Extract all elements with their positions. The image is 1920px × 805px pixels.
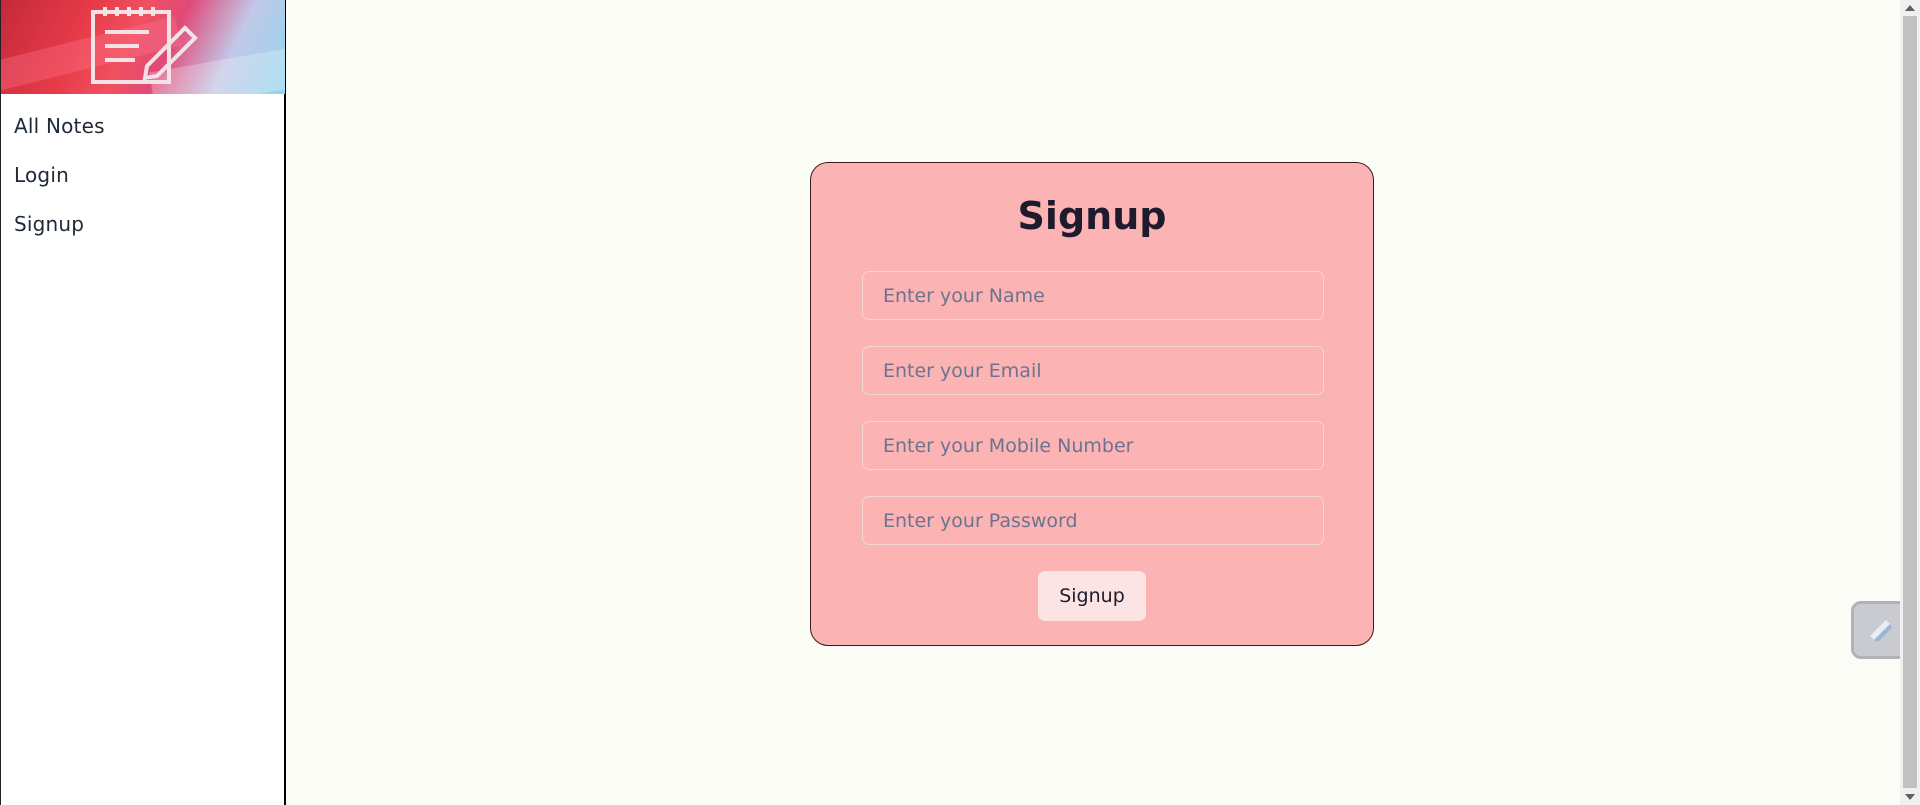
scrollbar-thumb[interactable] bbox=[1903, 16, 1917, 788]
sidebar-item-login[interactable]: Login bbox=[1, 151, 284, 200]
logo-banner[interactable] bbox=[1, 0, 285, 94]
pen-widget-icon bbox=[1870, 620, 1892, 642]
password-field[interactable] bbox=[862, 496, 1324, 545]
sidebar-nav: All Notes Login Signup bbox=[1, 94, 284, 249]
vertical-scrollbar[interactable] bbox=[1900, 0, 1920, 805]
notepad-pencil-icon bbox=[91, 7, 198, 84]
name-field[interactable] bbox=[862, 271, 1324, 320]
signup-button[interactable]: Signup bbox=[1038, 571, 1146, 621]
sidebar: All Notes Login Signup bbox=[0, 0, 286, 805]
email-field[interactable] bbox=[862, 346, 1324, 395]
sidebar-item-all-notes[interactable]: All Notes bbox=[1, 102, 284, 151]
signup-card: Signup Signup bbox=[810, 162, 1374, 646]
sidebar-item-signup[interactable]: Signup bbox=[1, 200, 284, 249]
scroll-up-arrow-icon[interactable] bbox=[1905, 5, 1915, 11]
scroll-down-arrow-icon[interactable] bbox=[1905, 794, 1915, 800]
mobile-number-field[interactable] bbox=[862, 421, 1324, 470]
form-title: Signup bbox=[1017, 194, 1167, 238]
